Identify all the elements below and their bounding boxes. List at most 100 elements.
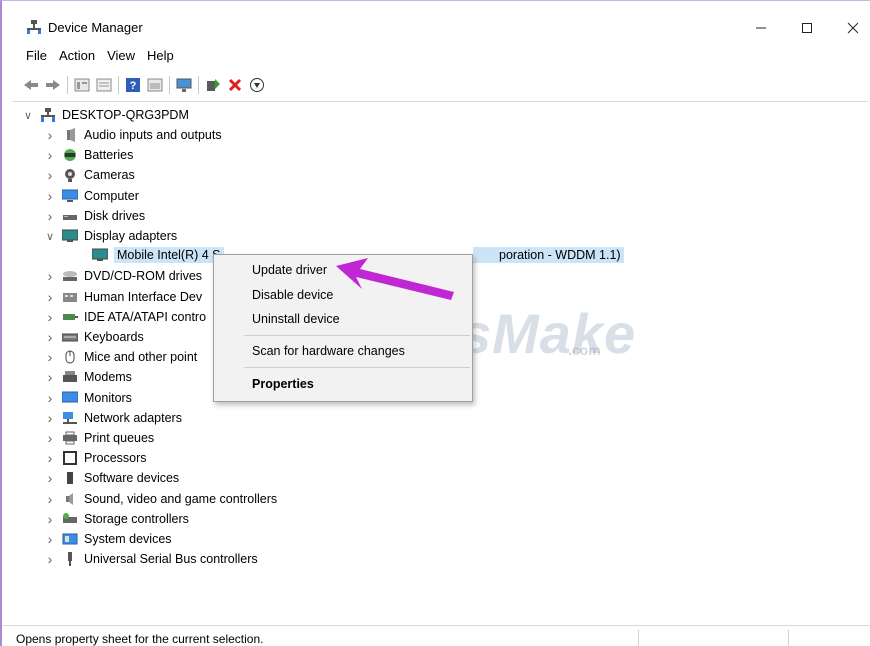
root-label: DESKTOP-QRG3PDM [62, 108, 189, 122]
tree-category-label: Computer [84, 188, 139, 203]
tree-category-label: Software devices [84, 471, 180, 486]
chevron-right-icon[interactable]: › [44, 208, 56, 224]
chevron-right-icon[interactable]: › [44, 390, 56, 406]
tree-category-ide[interactable]: › IDE ATA/ATAPI contro [44, 307, 206, 327]
chevron-right-icon[interactable]: › [44, 491, 56, 507]
status-text: Opens property sheet for the current sel… [16, 632, 264, 646]
ide-icon [62, 310, 78, 324]
toolbar-separator [198, 76, 199, 94]
computer-network-icon [40, 108, 56, 122]
tree-category-system[interactable]: › System devices [44, 529, 172, 549]
tree-category-keyboard[interactable]: › Keyboards [44, 327, 144, 347]
minimize-button[interactable] [738, 13, 784, 43]
chevron-right-icon[interactable]: › [44, 349, 56, 365]
toolbar: ? [20, 73, 268, 97]
chevron-right-icon[interactable]: › [44, 167, 56, 183]
help-icon[interactable]: ? [122, 74, 144, 96]
forward-arrow-icon[interactable] [42, 74, 64, 96]
tree-category-printer[interactable]: › Print queues [44, 428, 155, 448]
show-hidden-icon[interactable] [93, 74, 115, 96]
tree-category-label: Storage controllers [84, 511, 189, 526]
chevron-right-icon[interactable]: › [44, 511, 56, 527]
menu-item-update-driver[interactable]: Update driver [252, 263, 327, 277]
display-adapter-label-left: Mobile Intel(R) 4 S [114, 247, 224, 263]
chevron-right-icon[interactable]: › [44, 410, 56, 426]
tree-category-label: Keyboards [84, 330, 144, 344]
tree-category-dvd[interactable]: › DVD/CD-ROM drives [44, 266, 202, 286]
chevron-down-icon[interactable]: ∨ [22, 109, 34, 122]
hid-icon [62, 290, 78, 304]
menu-help[interactable]: Help [141, 45, 180, 67]
tree-category-computer[interactable]: › Computer [44, 186, 139, 206]
tree-category-hid[interactable]: › Human Interface Dev [44, 287, 202, 307]
chevron-right-icon[interactable]: › [44, 309, 56, 325]
tree-category-display[interactable]: ∨ Display adapters [44, 226, 177, 246]
tree-category-processor[interactable]: › Processors [44, 448, 147, 468]
tree-category-label: Cameras [84, 168, 135, 183]
menu-action[interactable]: Action [53, 45, 101, 67]
tree-category-label: Disk drives [84, 208, 146, 223]
tree-category-speaker[interactable]: › Audio inputs and outputs [44, 125, 222, 145]
monitor-icon [62, 391, 78, 405]
menu-item-scan-hardware[interactable]: Scan for hardware changes [252, 344, 405, 358]
keyboard-icon [62, 330, 78, 344]
back-arrow-icon[interactable] [20, 74, 42, 96]
tree-category-label: Universal Serial Bus controllers [84, 552, 258, 567]
properties-icon[interactable] [71, 74, 93, 96]
tree-category-storage[interactable]: › Storage controllers [44, 509, 189, 529]
tree-category-sound[interactable]: › Sound, video and game controllers [44, 489, 278, 509]
download-icon[interactable] [246, 74, 268, 96]
close-button[interactable] [830, 13, 870, 43]
chevron-right-icon[interactable]: › [44, 470, 56, 486]
uninstall-icon[interactable] [224, 74, 246, 96]
annotation-arrow-icon [336, 258, 454, 300]
window-title: Device Manager [48, 20, 143, 35]
watermark-suffix: .com [568, 342, 601, 358]
menu-item-uninstall-device[interactable]: Uninstall device [252, 312, 340, 326]
display-icon [62, 229, 78, 243]
chevron-right-icon[interactable]: › [44, 450, 56, 466]
chevron-right-icon[interactable]: › [44, 147, 56, 163]
status-bar: Opens property sheet for the current sel… [2, 625, 870, 646]
tree-category-usb[interactable]: › Universal Serial Bus controllers [44, 549, 258, 569]
disk-icon [62, 209, 78, 223]
dvd-icon [62, 269, 78, 283]
tree-category-label: Audio inputs and outputs [84, 128, 222, 142]
monitor-icon[interactable] [173, 74, 195, 96]
update-driver-icon[interactable] [202, 74, 224, 96]
mouse-icon [62, 350, 78, 364]
chevron-right-icon[interactable]: › [44, 289, 56, 305]
tree-category-label: IDE ATA/ATAPI contro [84, 309, 207, 324]
tree-category-network[interactable]: › Network adapters [44, 408, 182, 428]
menu-file[interactable]: File [20, 45, 53, 67]
tree-category-label: Monitors [84, 390, 132, 405]
tree-category-monitor[interactable]: › Monitors [44, 388, 132, 408]
tree-root[interactable]: ∨ DESKTOP-QRG3PDM [22, 105, 189, 125]
chevron-down-icon[interactable]: ∨ [44, 230, 56, 243]
tree-category-battery[interactable]: › Batteries [44, 145, 134, 165]
tree-category-label: Network adapters [84, 410, 182, 425]
chevron-right-icon[interactable]: › [44, 531, 56, 547]
chevron-right-icon[interactable]: › [44, 369, 56, 385]
chevron-right-icon[interactable]: › [44, 551, 56, 567]
view-icon[interactable] [144, 74, 166, 96]
maximize-button[interactable] [784, 13, 830, 43]
processor-icon [62, 451, 78, 466]
chevron-right-icon[interactable]: › [44, 430, 56, 446]
tree-category-modem[interactable]: › Modems [44, 367, 132, 387]
chevron-right-icon[interactable]: › [44, 127, 56, 143]
tree-category-software[interactable]: › Software devices [44, 468, 180, 488]
menu-view[interactable]: View [101, 45, 141, 67]
chevron-right-icon[interactable]: › [44, 268, 56, 284]
toolbar-separator [118, 76, 119, 94]
chevron-right-icon[interactable]: › [44, 188, 56, 204]
modem-icon [62, 370, 78, 384]
menu-item-properties[interactable]: Properties [252, 377, 314, 391]
tree-category-disk[interactable]: › Disk drives [44, 206, 145, 226]
computer-icon [62, 189, 78, 203]
display-adapter-device[interactable]: Mobile Intel(R) 4 S [86, 245, 224, 265]
tree-category-camera[interactable]: › Cameras [44, 165, 135, 185]
chevron-right-icon[interactable]: › [44, 329, 56, 345]
tree-category-mouse[interactable]: › Mice and other point [44, 347, 198, 367]
usb-icon [62, 552, 78, 567]
